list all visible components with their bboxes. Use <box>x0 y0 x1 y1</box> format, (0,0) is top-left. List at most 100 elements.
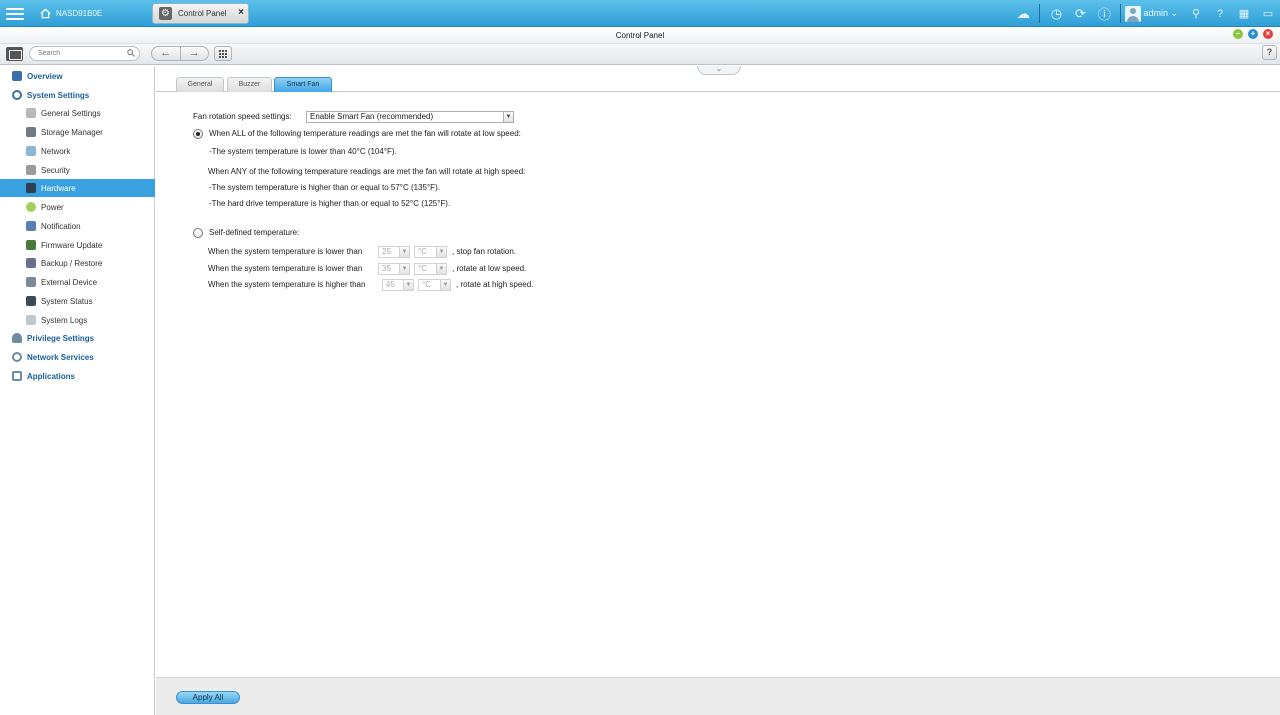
search-input[interactable] <box>29 46 140 61</box>
self-defined-radio[interactable] <box>193 228 203 238</box>
hardware-icon <box>26 183 36 193</box>
user-icon <box>12 333 22 343</box>
sidebar-item-security[interactable]: Security <box>0 161 155 179</box>
sidebar-item-network-services[interactable]: Network Services <box>0 348 155 366</box>
high-speed-intro: When ANY of the following temperature re… <box>208 167 526 176</box>
sidebar-item-hardware[interactable]: Hardware <box>0 179 155 197</box>
self-defined-label: Self-defined temperature: <box>209 228 300 237</box>
chevron-down-icon: ▼ <box>503 112 513 122</box>
apply-all-button[interactable]: Apply All <box>176 691 240 704</box>
maximize-button[interactable]: + <box>1248 29 1258 39</box>
sidebar-item-label: Privilege Settings <box>27 333 95 343</box>
nas-name: NASD91B0E <box>56 9 103 18</box>
taskbar: NASD91B0E ⚙ Control Panel × ☁ ◷ ⟳ ⓘ admi… <box>0 0 1280 27</box>
tab-bar: General Buzzer Smart Fan <box>156 74 1280 92</box>
fan-speed-label: Fan rotation speed settings: <box>193 112 292 121</box>
notification-icon <box>26 221 36 231</box>
sidebar-item-general-settings[interactable]: General Settings <box>0 104 155 122</box>
sidebar-item-network[interactable]: Network <box>0 142 155 160</box>
sync-icon[interactable]: ⟳ <box>1068 0 1092 27</box>
minimize-button[interactable]: – <box>1233 29 1243 39</box>
footer-bar: Apply All <box>156 677 1280 715</box>
applications-icon <box>12 371 22 381</box>
low-temp-select[interactable]: 35 ▼ <box>378 263 410 275</box>
search-icon[interactable]: ⚲ <box>1184 0 1208 27</box>
tab-general[interactable]: General <box>176 77 224 92</box>
forward-button[interactable]: → <box>181 47 209 60</box>
high-unit-value: °C <box>422 280 431 289</box>
stop-temp-value: 25 <box>382 247 391 256</box>
tray-separator <box>1039 4 1041 23</box>
help-button[interactable]: ? <box>1262 45 1277 60</box>
main-menu-button[interactable] <box>6 5 24 22</box>
sidebar-item-storage-manager[interactable]: Storage Manager <box>0 123 155 141</box>
app-tab-label: Control Panel <box>178 9 227 18</box>
chevron-down-icon: ▼ <box>399 247 409 257</box>
cloud-icon[interactable]: ☁ <box>1011 0 1035 27</box>
sidebar-item-system-settings[interactable]: System Settings <box>0 86 155 104</box>
sidebar-toggle-button[interactable] <box>6 47 23 61</box>
sidebar-item-firmware-update[interactable]: Firmware Update <box>0 236 155 254</box>
smart-fan-auto-radio[interactable] <box>193 129 203 139</box>
stop-temp-select[interactable]: 25 ▼ <box>378 246 410 258</box>
nas-home-tab[interactable]: NASD91B0E <box>32 3 146 24</box>
custom-row-suffix: , stop fan rotation. <box>452 247 517 256</box>
high-speed-condition-hdd: -The hard drive temperature is higher th… <box>209 199 451 208</box>
overview-icon <box>12 71 22 81</box>
sidebar-item-label: Notification <box>41 221 81 231</box>
control-panel-app-tab[interactable]: ⚙ Control Panel × <box>152 3 249 24</box>
sidebar-item-label: General Settings <box>41 108 101 118</box>
user-name: admin <box>1143 8 1168 18</box>
sidebar-item-system-logs[interactable]: System Logs <box>0 311 155 329</box>
sidebar-item-label: Firmware Update <box>41 240 103 250</box>
low-speed-condition: -The system temperature is lower than 40… <box>209 147 397 156</box>
sidebar-item-label: Security <box>41 165 70 175</box>
sidebar-item-external-device[interactable]: External Device <box>0 273 155 291</box>
info-icon[interactable]: ⓘ <box>1092 0 1116 27</box>
high-temp-select[interactable]: 45 ▼ <box>382 279 414 291</box>
fan-speed-select[interactable]: Enable Smart Fan (recommended) ▼ <box>306 111 514 123</box>
backup-icon <box>26 258 36 268</box>
background-tasks-icon[interactable]: ◷ <box>1044 0 1068 27</box>
close-window-button[interactable]: × <box>1263 29 1273 39</box>
sidebar-item-power[interactable]: Power <box>0 198 155 216</box>
auto-option-label: When ALL of the following temperature re… <box>209 129 521 138</box>
sidebar-item-label: System Status <box>41 296 93 306</box>
control-panel-icon: ⚙ <box>159 7 172 20</box>
firmware-icon <box>26 240 36 250</box>
display-icon[interactable]: ▭ <box>1256 0 1280 27</box>
sidebar-item-system-status[interactable]: System Status <box>0 292 155 310</box>
language-icon[interactable]: ▦ <box>1232 0 1256 27</box>
help-icon[interactable]: ? <box>1208 0 1232 27</box>
custom-row-prefix: When the system temperature is lower tha… <box>208 264 363 273</box>
monitor-icon <box>26 296 36 306</box>
main-content: ⌄ General Buzzer Smart Fan Fan rotation … <box>156 65 1280 677</box>
high-unit-select[interactable]: °C ▼ <box>418 279 451 291</box>
storage-icon <box>26 127 36 137</box>
sidebar-item-label: Power <box>41 202 64 212</box>
tab-buzzer[interactable]: Buzzer <box>227 77 272 92</box>
sidebar-item-backup-restore[interactable]: Backup / Restore <box>0 254 155 272</box>
sidebar-item-overview[interactable]: Overview <box>0 67 155 85</box>
gear-icon <box>12 90 22 100</box>
low-unit-value: °C <box>418 264 427 273</box>
sidebar: Overview System Settings General Setting… <box>0 66 155 715</box>
chevron-down-icon: ▼ <box>436 264 446 274</box>
tab-smart-fan[interactable]: Smart Fan <box>274 77 332 92</box>
stop-unit-select[interactable]: °C ▼ <box>414 246 447 258</box>
chevron-down-icon: ▼ <box>440 280 450 290</box>
user-menu[interactable]: admin ⌄ <box>1141 8 1184 19</box>
general-settings-icon <box>26 108 36 118</box>
sidebar-item-notification[interactable]: Notification <box>0 217 155 235</box>
user-avatar[interactable] <box>1125 5 1142 22</box>
sidebar-item-applications[interactable]: Applications <box>0 367 155 385</box>
close-tab-icon[interactable]: × <box>238 7 244 18</box>
stop-unit-value: °C <box>418 247 427 256</box>
low-unit-select[interactable]: °C ▼ <box>414 263 447 275</box>
grid-view-button[interactable] <box>214 46 232 61</box>
search-icon <box>127 49 135 57</box>
sidebar-item-label: Backup / Restore <box>41 258 103 268</box>
logs-icon <box>26 315 36 325</box>
sidebar-item-privilege-settings[interactable]: Privilege Settings <box>0 329 155 347</box>
back-button[interactable]: ← <box>152 47 181 60</box>
